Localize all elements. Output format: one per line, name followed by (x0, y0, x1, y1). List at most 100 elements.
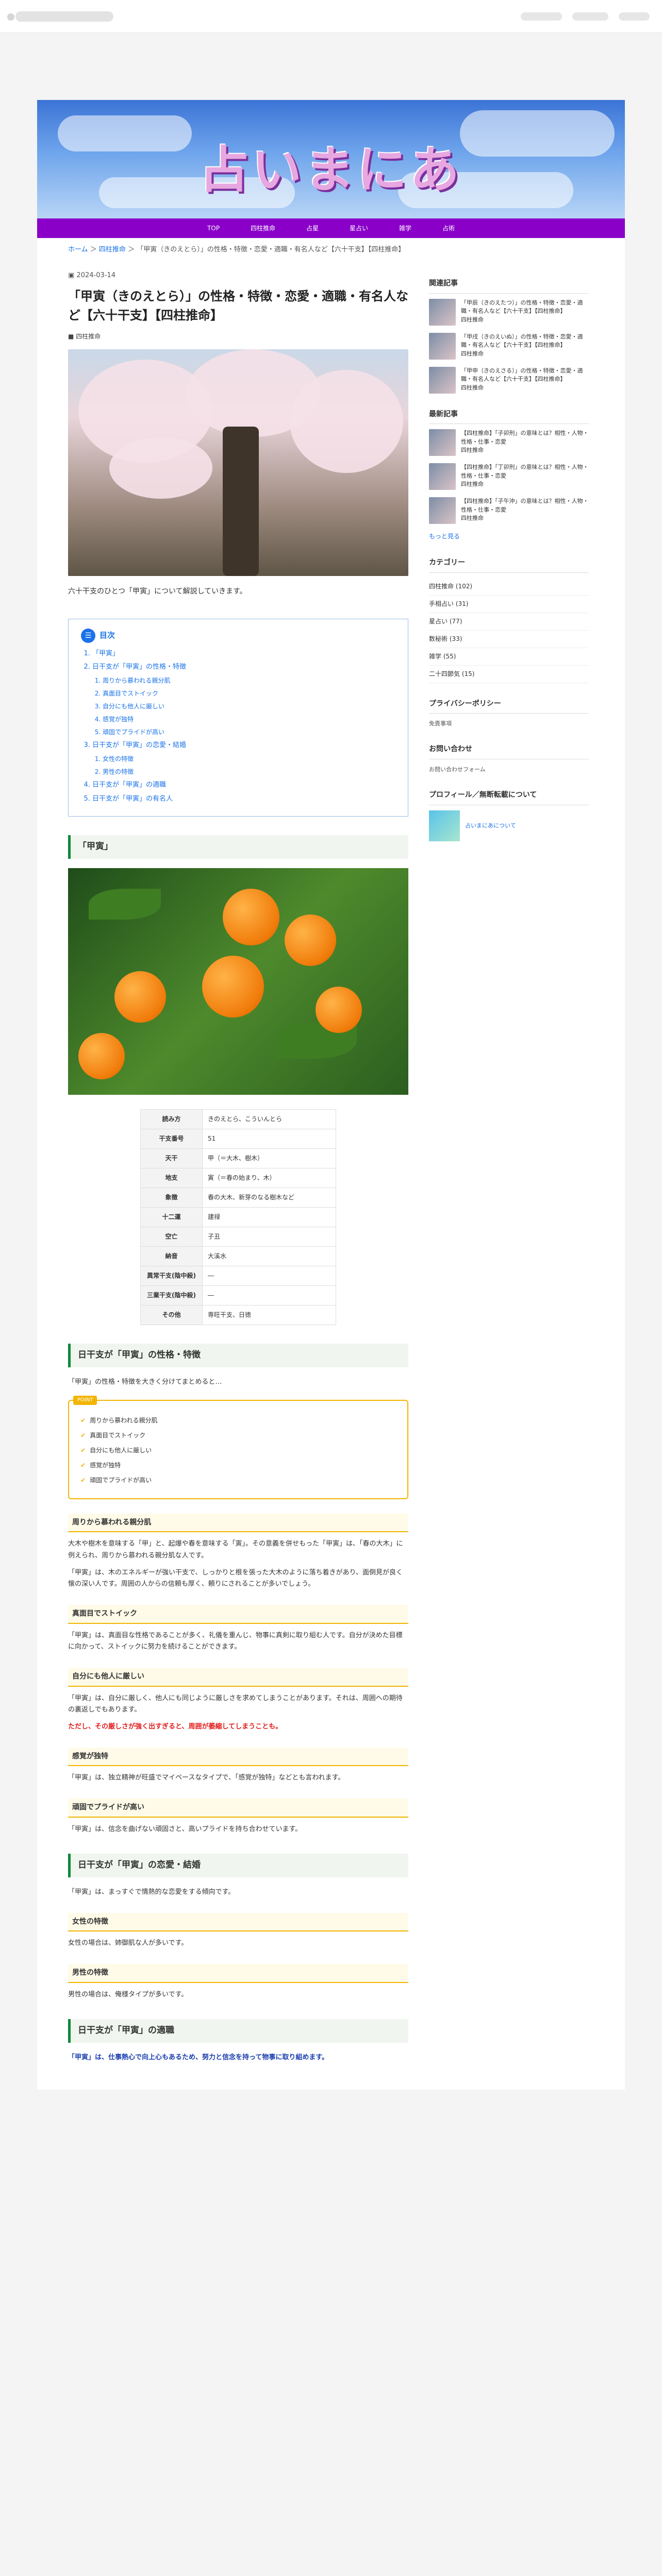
info-key: 納音 (140, 1246, 203, 1267)
blossom-shape (109, 437, 212, 499)
toc-subitem[interactable]: 女性の特徴 (103, 754, 395, 765)
recent-article-meta: 四柱推命 (461, 447, 484, 453)
toc-item[interactable]: 日干支が「甲寅」の有名人 (92, 793, 395, 805)
browser-topbar (0, 0, 662, 33)
point-item: ✔ 真面目でストイック (80, 1430, 396, 1441)
category-link[interactable]: 雑学 (55) (429, 648, 589, 666)
toc-subitem[interactable]: 周りから慕われる親分肌 (103, 675, 395, 686)
category-link[interactable]: 数秘術 (33) (429, 631, 589, 648)
related-article-title[interactable]: 「甲戌（きのえいぬ）」の性格・特徴・恋愛・適職・有名人など【六十干支】【四柱推命… (461, 333, 589, 350)
related-article[interactable]: 「甲戌（きのえいぬ）」の性格・特徴・恋愛・適職・有名人など【六十干支】【四柱推命… (429, 332, 589, 360)
list-icon: ☰ (81, 628, 95, 643)
info-table: 読み方 きのえとら、こういんとら 干支番号 51 天干 甲（＝大木、樹木） 地支 寅（＝春の始… (140, 1109, 336, 1326)
recent-article[interactable]: 【四柱推命】「子卯刑」の意味とは？相性・人物・性格・仕事・恋愛 四柱推命 (429, 429, 589, 456)
info-row: 天干 甲（＝大木、樹木） (140, 1148, 336, 1169)
privacy-link[interactable]: 免責事項 (429, 719, 589, 728)
paragraph: 「甲寅」は、まっすぐで情熱的な恋愛をする傾向です。 (68, 1888, 235, 1896)
toc-item[interactable]: 日干支が「甲寅」の恋愛・結婚 女性の特徴 男性の特徴 (92, 740, 395, 777)
profile-block: 占いまにあについて (429, 810, 589, 841)
check-icon: ✔ (80, 1461, 86, 1469)
article-category[interactable]: ■ 四柱推命 (68, 331, 408, 342)
subsection-heading: 感覚が独特 (68, 1747, 408, 1767)
article-thumbnail[interactable] (429, 497, 456, 524)
leaf-shape (89, 889, 161, 920)
sidebar: 関連記事 「甲辰（きのえたつ）」の性格・特徴・恋愛・適職・有名人など【六十干支】… (429, 263, 589, 2069)
info-value: 専旺干支、日徳 (202, 1305, 336, 1326)
category-link[interactable]: 星占い (77) (429, 613, 589, 631)
article-title: 「甲寅（きのえとら）」の性格・特徴・恋愛・適職・有名人など【六十干支】【四柱推命… (68, 289, 408, 323)
recent-article-title[interactable]: 【四柱推命】「子卯刑」の意味とは？相性・人物・性格・仕事・恋愛 (461, 429, 589, 446)
subsection-heading: 男性の特徴 (68, 1964, 408, 1983)
category-link[interactable]: 四柱推命 (102) (429, 578, 589, 596)
topbar-link-placeholder[interactable] (619, 12, 650, 21)
nav-item-senjutsu[interactable]: 占術 (427, 218, 470, 238)
toc-subitem[interactable]: 自分にも他人に厳しい (103, 701, 395, 712)
toc-item[interactable]: 日干支が「甲寅」の性格・特徴 周りから慕われる親分肌 真面目でストイック 自分に… (92, 662, 395, 738)
point-item-text: 周りから慕われる親分肌 (90, 1416, 158, 1424)
article-thumbnail[interactable] (429, 332, 456, 360)
related-article-meta: 四柱推命 (461, 350, 484, 357)
section-heading: 日干支が「甲寅」の性格・特徴 (68, 1344, 408, 1367)
recent-article[interactable]: 【四柱推命】「丁卯刑」の意味とは？相性・人物・性格・仕事・恋愛 四柱推命 (429, 463, 589, 490)
related-article[interactable]: 「甲申（きのえさる）」の性格・特徴・恋愛・適職・有名人など【六十干支】【四柱推命… (429, 366, 589, 394)
contact-link[interactable]: お問い合わせフォーム (429, 765, 589, 774)
orange-photo (68, 868, 408, 1095)
article-thumbnail[interactable] (429, 429, 456, 456)
related-article-title[interactable]: 「甲申（きのえさる）」の性格・特徴・恋愛・適職・有名人など【六十干支】【四柱推命… (461, 367, 589, 384)
topbar-link-placeholder[interactable] (521, 12, 562, 21)
related-article[interactable]: 「甲辰（きのえたつ）」の性格・特徴・恋愛・適職・有名人など【六十干支】【四柱推命… (429, 298, 589, 326)
topbar-link-placeholder[interactable] (572, 12, 608, 21)
sidebar-heading: プライバシーポリシー (429, 698, 589, 714)
info-row: 十二運 建禄 (140, 1207, 336, 1228)
toc-header[interactable]: ☰ 目次 (81, 628, 395, 643)
toc-item[interactable]: 日干支が「甲寅」の適職 (92, 779, 395, 791)
toc-item[interactable]: 「甲寅」 (92, 648, 395, 660)
profile-link[interactable]: 占いまにあについて (465, 821, 516, 831)
toc-subitem[interactable]: 頑固でプライドが高い (103, 727, 395, 738)
category-link[interactable]: 二十四節気 (15) (429, 666, 589, 683)
breadcrumb-current: 「甲寅（きのえとら）」の性格・特徴・恋愛・適職・有名人など【六十干支】【四柱推命… (137, 246, 405, 253)
info-row: その他 専旺干支、日徳 (140, 1305, 336, 1326)
nav-item-sensei[interactable]: 占星 (291, 218, 334, 238)
related-article-title[interactable]: 「甲辰（きのえたつ）」の性格・特徴・恋愛・適職・有名人など【六十干支】【四柱推命… (461, 299, 589, 316)
toc-subitem[interactable]: 真面目でストイック (103, 688, 395, 699)
breadcrumb-home[interactable]: ホーム (68, 246, 88, 253)
toc-subitem[interactable]: 男性の特徴 (103, 767, 395, 777)
site-banner[interactable]: 占いまにあ (37, 100, 625, 218)
article-thumbnail[interactable] (429, 463, 456, 490)
related-article-meta: 四柱推命 (461, 384, 484, 391)
nav-item-hoshi[interactable]: 星占い (334, 218, 384, 238)
nav-item-shichu[interactable]: 四柱推命 (235, 218, 291, 238)
point-item: ✔ 周りから慕われる親分肌 (80, 1415, 396, 1426)
recent-article-title[interactable]: 【四柱推命】「丁卯刑」の意味とは？相性・人物・性格・仕事・恋愛 (461, 463, 589, 480)
info-key: 読み方 (140, 1109, 203, 1130)
paragraph: 「甲寅」は、信念を曲げない頑固さと、高いプライドを持ち合わせています。 (68, 1825, 302, 1833)
point-item-text: 感覚が独特 (90, 1461, 121, 1469)
info-row: 干支番号 51 (140, 1129, 336, 1149)
nav-item-top[interactable]: TOP (192, 218, 235, 238)
article-intro: 六十干支のひとつ「甲寅」について解説していきます。 (68, 587, 247, 596)
category-link[interactable]: 手相占い (31) (429, 596, 589, 613)
menu-dot-icon[interactable] (7, 13, 14, 21)
recent-article[interactable]: 【四柱推命】「子午沖」の意味とは？相性・人物・性格・仕事・恋愛 四柱推命 (429, 497, 589, 524)
info-row: 象徴 春の大木、新芽のなる樹木など (140, 1188, 336, 1208)
table-of-contents: ☰ 目次 「甲寅」 日干支が「甲寅」の性格・特徴 周りから慕われる親分肌 真面目で… (68, 618, 408, 817)
info-value: 大溪水 (202, 1246, 336, 1267)
article-thumbnail[interactable] (429, 366, 456, 394)
paragraph: 「甲寅」は、自分に厳しく、他人にも同じように厳しさを求めてしまうことがあります。… (68, 1694, 403, 1714)
page-wrapper: 占いまにあ TOP 四柱推命 占星 星占い 雑学 占術 ホーム ＞ 四柱推命 ＞… (37, 100, 625, 2090)
sidebar-heading: カテゴリー (429, 556, 589, 573)
point-box: POINT ✔ 周りから慕われる親分肌 ✔ 真面目でストイック ✔ 自分にも他人に厳し… (68, 1395, 408, 1499)
paragraph: 女性の場合は、姉御肌な人が多いです。 (68, 1939, 188, 1947)
article-thumbnail[interactable] (429, 298, 456, 326)
recent-article-title[interactable]: 【四柱推命】「子午沖」の意味とは？相性・人物・性格・仕事・恋愛 (461, 497, 589, 514)
info-value: 子丑 (202, 1227, 336, 1247)
point-item: ✔ 自分にも他人に厳しい (80, 1445, 396, 1456)
nav-item-zatsugaku[interactable]: 雑学 (384, 218, 427, 238)
paragraph-highlight: 「甲寅」は、仕事熱心で向上心もあるため、努力と信念を持って物事に取り組めます。 (68, 2054, 329, 2062)
more-link[interactable]: もっと見る (429, 531, 589, 542)
section-lead: 「甲寅」の性格・特徴を大きく分けてまとめると… (68, 1378, 222, 1386)
breadcrumb-category[interactable]: 四柱推命 (99, 246, 126, 253)
site-title[interactable]: 占いまにあ (37, 127, 625, 213)
toc-subitem[interactable]: 感覚が独特 (103, 714, 395, 725)
